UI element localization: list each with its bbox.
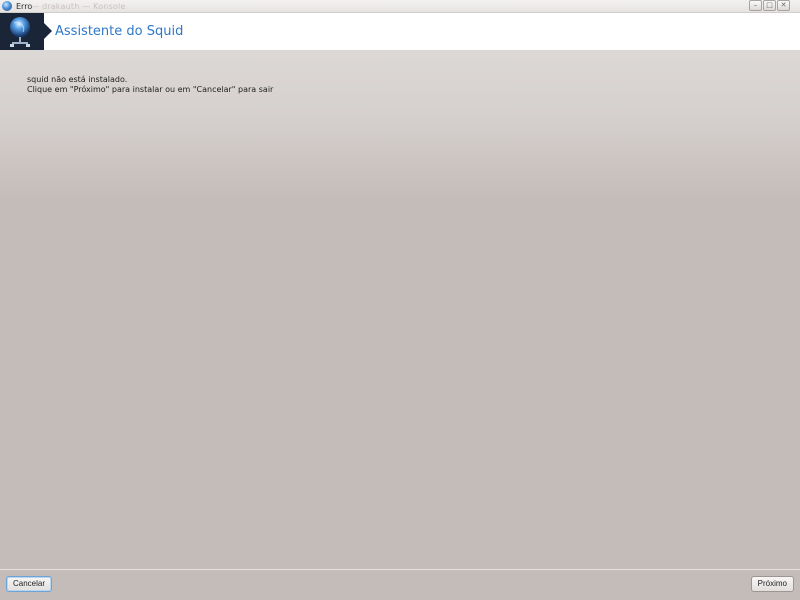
- wizard-footer: Cancelar Próximo: [0, 569, 800, 600]
- message-line-1: squid não está instalado.: [27, 75, 128, 84]
- globe-network-icon: [0, 13, 52, 50]
- next-button[interactable]: Próximo: [750, 576, 794, 592]
- window-titlebar[interactable]: Erro — drakauth — Konsole – □ ✕: [0, 0, 800, 13]
- message-line-2: Clique em "Próximo" para instalar ou em …: [27, 85, 274, 94]
- close-icon: ✕: [780, 1, 787, 9]
- window-subtitle: — drakauth — Konsole: [31, 2, 126, 11]
- maximize-icon: □: [766, 1, 773, 9]
- window-title: Erro: [16, 2, 33, 11]
- app-globe-icon: [2, 1, 12, 11]
- minimize-icon: –: [753, 1, 758, 9]
- wizard-header: Assistente do Squid: [0, 13, 800, 51]
- maximize-button[interactable]: □: [763, 0, 776, 11]
- minimize-button[interactable]: –: [749, 0, 762, 11]
- app-window: Erro — drakauth — Konsole – □ ✕ Assisten…: [0, 0, 800, 600]
- page-title: Assistente do Squid: [55, 24, 184, 39]
- close-button[interactable]: ✕: [777, 0, 790, 11]
- wizard-content: squid não está instalado. Clique em "Pró…: [0, 51, 800, 569]
- cancel-button[interactable]: Cancelar: [6, 576, 53, 592]
- status-message: squid não está instalado. Clique em "Pró…: [27, 75, 273, 95]
